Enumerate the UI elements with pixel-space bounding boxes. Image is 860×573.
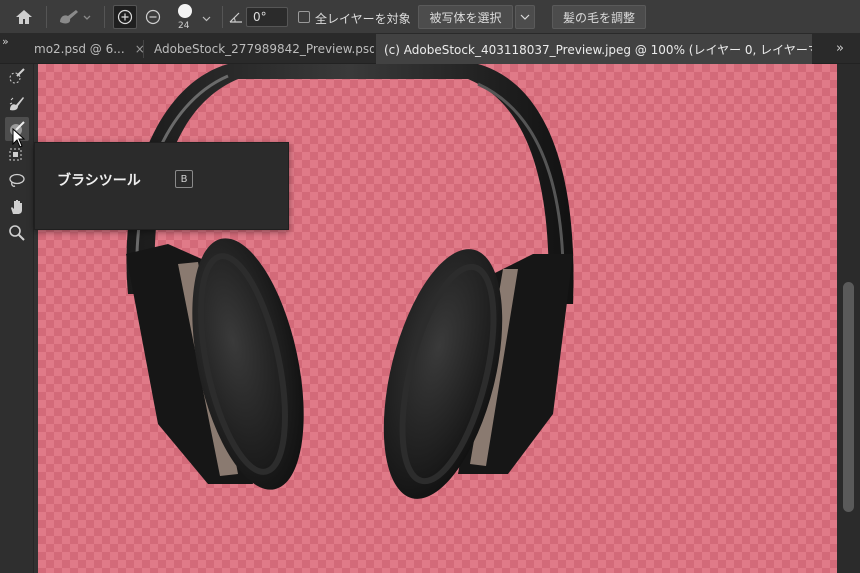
minus-circle-icon[interactable]: [141, 5, 165, 29]
select-subject-dropdown-button[interactable]: [515, 5, 535, 29]
tab-overflow-icon[interactable]: »: [836, 41, 844, 56]
document-canvas[interactable]: [38, 64, 837, 573]
tab-document-2[interactable]: AdobeStock_277989842_Preview.psd ×: [146, 34, 374, 64]
tooltip-tool-name: ブラシツール: [57, 173, 141, 189]
lasso-icon[interactable]: [5, 169, 29, 193]
separator: [104, 6, 105, 28]
tab-label: mo2.psd @ 6...: [34, 42, 125, 56]
tab-divider: [143, 40, 144, 58]
separator: [222, 6, 223, 28]
select-subject-button[interactable]: 被写体を選択: [418, 5, 513, 29]
tab-label: AdobeStock_277989842_Preview.psd: [154, 42, 374, 56]
tab-document-active[interactable]: (c) AdobeStock_403118037_Preview.jpeg @ …: [376, 34, 812, 64]
options-bar: 24 0° 全レイヤーを対象 被写体を選択 髪の毛を調整: [0, 0, 860, 34]
tooltip-shortcut-key: B: [175, 170, 193, 188]
plus-circle-icon[interactable]: [113, 5, 137, 29]
brush-tip-preview: [178, 4, 192, 18]
zoom-icon[interactable]: [5, 221, 29, 245]
home-icon[interactable]: [12, 6, 36, 28]
sample-all-layers-checkbox[interactable]: [298, 11, 310, 23]
scrollbar-thumb[interactable]: [843, 282, 854, 512]
brush-size-picker[interactable]: 24: [172, 2, 216, 32]
quick-selection-icon[interactable]: [5, 64, 29, 88]
tab-document-1[interactable]: mo2.psd @ 6... ×: [30, 34, 143, 64]
hand-icon[interactable]: [5, 195, 29, 219]
toolbar-collapse-icon[interactable]: »: [2, 35, 9, 48]
chevron-down-icon: [202, 11, 211, 25]
headphones-image: [126, 64, 574, 499]
vertical-scrollbar[interactable]: [837, 64, 860, 573]
tab-label: (c) AdobeStock_403118037_Preview.jpeg @ …: [384, 42, 812, 57]
chevron-down-icon: [520, 14, 530, 20]
angle-input[interactable]: 0°: [246, 7, 288, 27]
refine-hair-button[interactable]: 髪の毛を調整: [552, 5, 646, 29]
sample-all-layers-label[interactable]: 全レイヤーを対象: [315, 10, 411, 27]
brush-preset-icon[interactable]: [54, 6, 94, 28]
separator: [46, 6, 47, 28]
mouse-pointer-icon: [12, 127, 26, 151]
close-icon[interactable]: ×: [135, 42, 143, 56]
tool-tooltip: ブラシツール B: [34, 142, 289, 230]
brush-size-value: 24: [178, 21, 190, 31]
document-tab-bar: » mo2.psd @ 6... × AdobeStock_277989842_…: [0, 34, 860, 64]
refine-edge-brush-icon[interactable]: [5, 91, 29, 115]
angle-icon: [228, 8, 244, 26]
